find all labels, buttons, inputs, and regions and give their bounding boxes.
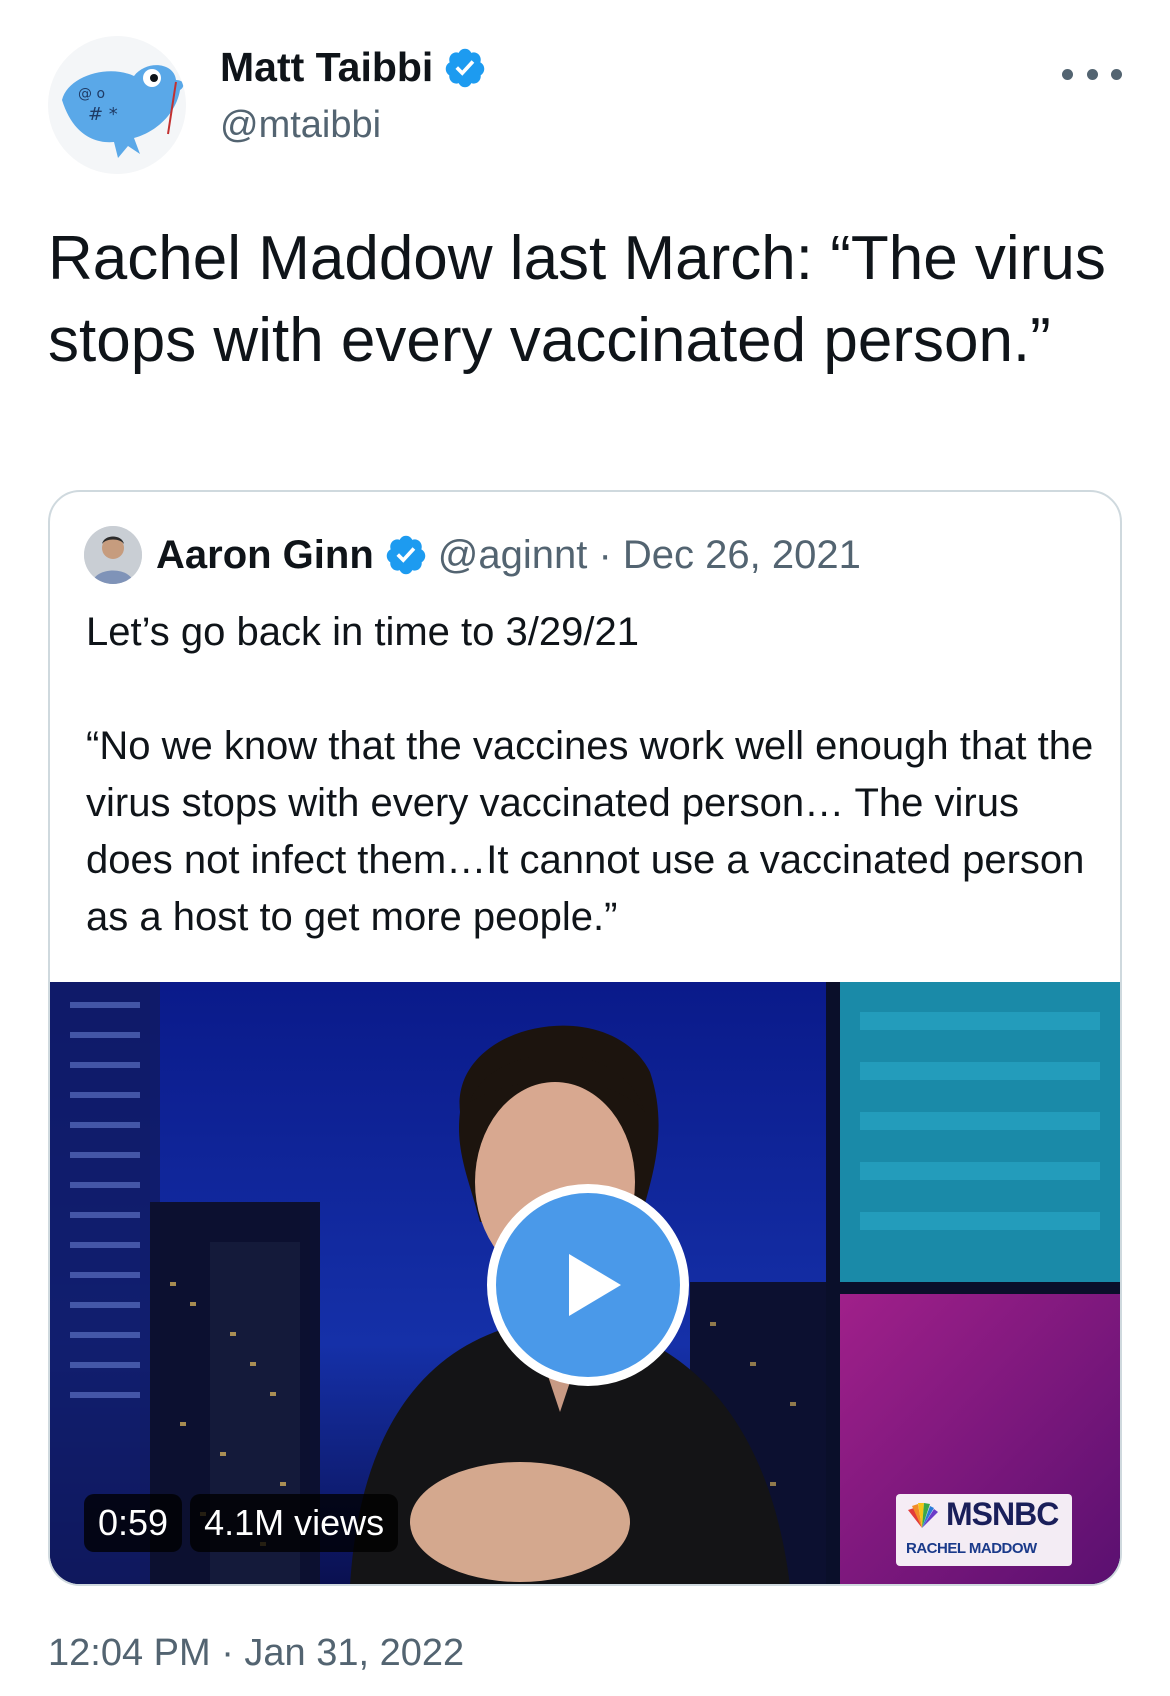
quoted-tweet-card[interactable]: Aaron Ginn @aginnt · Dec 26, 2021 Let’s … [48, 490, 1122, 1586]
quoted-author-avatar [84, 526, 142, 584]
quoted-author-name: Aaron Ginn [156, 532, 374, 577]
quoted-tweet-text: Let’s go back in time to 3/29/21 “No we … [86, 610, 1094, 939]
tweet-timestamp[interactable]: 12:04 PM · Jan 31, 2022 [48, 1632, 464, 1675]
video-badges: 0:59 4.1M views [84, 1494, 399, 1552]
tweet-text: Rachel Maddow last March: “The virus sto… [48, 224, 1124, 375]
play-icon [569, 1254, 621, 1316]
quoted-tweet-header: Aaron Ginn @aginnt · Dec 26, 2021 [84, 526, 861, 584]
show-logo-text: RACHEL MADDOW [906, 1540, 1037, 1557]
video-duration: 0:59 [84, 1494, 183, 1552]
svg-text:@ o: @ o [78, 86, 105, 102]
play-button[interactable] [487, 1184, 689, 1386]
tweet-header: @ o # * Matt Taibbi @mtaibbi [48, 36, 1122, 176]
quoted-verified-badge-icon [386, 535, 426, 575]
quoted-handle-and-date: @aginnt · Dec 26, 2021 [437, 532, 861, 577]
network-logo: MSNBC RACHEL MADDOW [896, 1494, 1072, 1566]
video-player[interactable]: 0:59 4.1M views MSNBC RACHEL MADDOW [50, 982, 1120, 1584]
verified-badge-icon [446, 48, 485, 87]
author-avatar[interactable]: @ o # * [48, 36, 186, 174]
network-logo-text: MSNBC [946, 1496, 1059, 1532]
video-view-count: 4.1M views [190, 1494, 399, 1552]
peacock-icon [908, 1503, 938, 1528]
author-handle[interactable]: @mtaibbi [220, 104, 381, 147]
svg-text:# *: # * [88, 104, 118, 125]
author-display-name[interactable]: Matt Taibbi [220, 44, 433, 91]
more-options-icon[interactable] [1062, 54, 1122, 94]
author-name-row[interactable]: Matt Taibbi [220, 44, 487, 91]
